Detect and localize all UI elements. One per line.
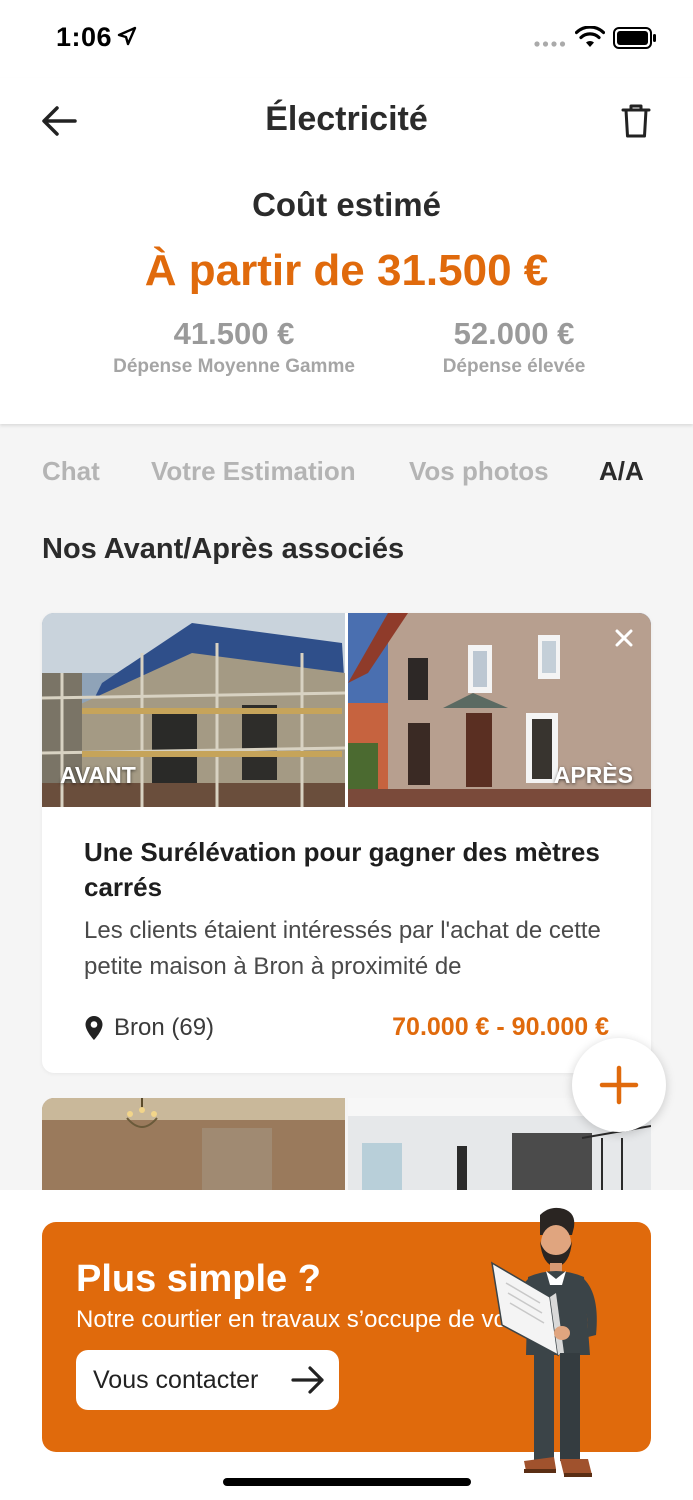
wifi-icon (575, 26, 605, 47)
estimate-header: Électricité Coût estimé À partir de 31.5… (0, 78, 693, 424)
signal-dots-icon (534, 41, 566, 47)
page-title: Électricité (265, 100, 428, 138)
cost-high-label: Dépense élevée (442, 356, 586, 377)
before-image: AVANT (42, 613, 345, 807)
arrow-right-icon (291, 1366, 324, 1394)
tab-chat[interactable]: Chat (42, 456, 100, 487)
location-arrow-icon (117, 26, 137, 46)
cost-mid-value: 41.500 € (173, 316, 295, 351)
close-icon[interactable] (611, 625, 637, 651)
cost-starting-price: À partir de 31.500 € (144, 246, 549, 295)
tab-photos[interactable]: Vos photos (409, 456, 549, 487)
promo-subtitle: Notre courtier en travaux s’occupe de vo… (76, 1306, 521, 1333)
tab-bar: Chat Votre Estimation Vos photos A/A (0, 456, 693, 496)
cost-high-value: 52.000 € (453, 316, 575, 351)
card-title: Une Surélévation pour gagner des mètres … (84, 837, 600, 902)
trash-icon (621, 104, 651, 138)
cost-high-range: 52.000 € Dépense élevée (404, 316, 624, 378)
after-label: APRÈS (553, 762, 633, 788)
broker-mascot-illustration (491, 1207, 597, 1477)
status-time: 1:06 (56, 22, 113, 52)
before-after-card[interactable]: AVANT APRÈS Une Surélévation pour gagner… (42, 613, 651, 1073)
plus-icon (599, 1065, 639, 1105)
contact-button[interactable]: Vous contacter (76, 1350, 339, 1410)
section-title: Nos Avant/Après associés (42, 533, 405, 565)
cost-mid-range: 41.500 € Dépense Moyenne Gamme (84, 316, 384, 378)
card-location: Bron (69) (84, 1013, 214, 1043)
cost-label: Coût estimé (252, 186, 441, 223)
card-price-range: 70.000 € - 90.000 € (392, 1013, 609, 1041)
add-button[interactable] (572, 1038, 666, 1132)
card-location-label: Bron (69) (114, 1014, 215, 1041)
delete-button[interactable] (613, 98, 659, 144)
promo-title: Plus simple ? (76, 1258, 321, 1300)
contact-button-label: Vous contacter (93, 1365, 259, 1394)
card-description: Les clients étaient intéressés par l'ach… (84, 917, 601, 980)
battery-icon (613, 27, 656, 49)
home-indicator[interactable] (223, 1478, 471, 1486)
before-after-card-next[interactable] (42, 1098, 651, 1190)
tab-before-after[interactable]: A/A (599, 456, 644, 487)
after-image: APRÈS (348, 613, 651, 807)
before-label: AVANT (60, 762, 136, 788)
status-bar: 1:06 (0, 0, 693, 78)
tab-estimation[interactable]: Votre Estimation (151, 456, 356, 487)
location-pin-icon (85, 1016, 103, 1040)
cost-mid-label: Dépense Moyenne Gamme (113, 356, 355, 377)
